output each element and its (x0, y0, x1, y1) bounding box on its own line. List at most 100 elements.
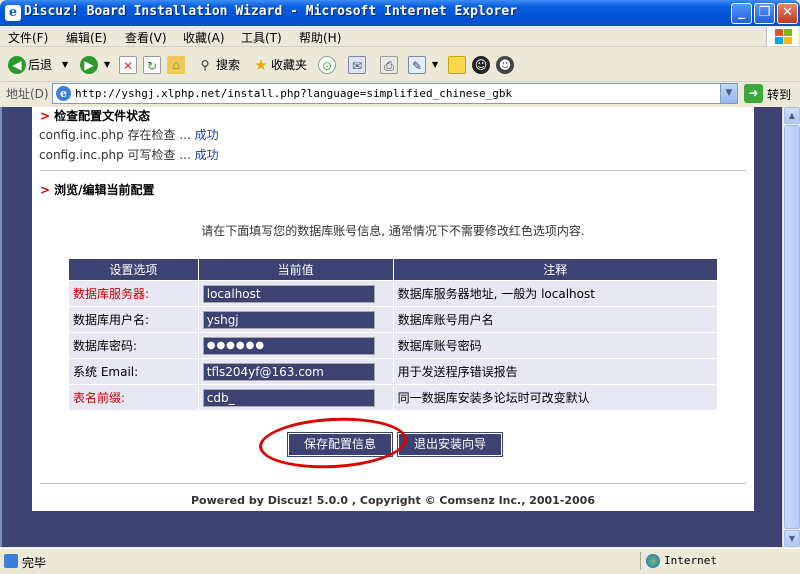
value-cell: yshgj (197, 306, 394, 333)
menu-file[interactable]: 文件(F) (8, 29, 48, 46)
back-dropdown-icon[interactable]: ▼ (62, 60, 68, 69)
internet-zone-icon (646, 554, 660, 568)
setting-label: 数据库用户名: (68, 306, 199, 333)
menu-edit[interactable]: 编辑(E) (66, 29, 107, 46)
status-bar: 完毕 Internet (0, 548, 800, 574)
db-host-input[interactable]: localhost (202, 284, 375, 303)
favorites-star-icon[interactable]: ★ (252, 56, 270, 74)
ie-logo-icon: e (5, 5, 21, 21)
table-row: 数据库密码: ●●●●●● 数据库账号密码 (68, 332, 719, 359)
go-button[interactable]: 转到 (767, 86, 791, 103)
db-password-input[interactable]: ●●●●●● (202, 336, 375, 355)
discuss-icon[interactable] (448, 56, 466, 74)
edit-dropdown-icon[interactable]: ▼ (432, 60, 438, 69)
install-page: > 检查配置文件状态 config.inc.php 存在检查 ... 成功 con… (32, 107, 754, 511)
footer-copyright: Powered by Discuz! 5.0.0 , Copyright © C… (191, 494, 595, 507)
note-cell: 用于发送程序错误报告 (392, 358, 719, 385)
check-result: 成功 (194, 128, 219, 142)
menu-bar: 文件(F) 编辑(E) 查看(V) 收藏(A) 工具(T) 帮助(H) (0, 26, 800, 47)
value-cell: tfls204yf@163.com (197, 358, 394, 385)
db-user-input[interactable]: yshgj (202, 310, 375, 329)
exit-wizard-button[interactable]: 退出安装向导 (397, 432, 503, 457)
divider (40, 170, 747, 171)
address-input[interactable]: e http://yshgj.xlphp.net/install.php?lan… (52, 83, 738, 104)
menu-view[interactable]: 查看(V) (125, 29, 167, 46)
title-bar[interactable]: e Discuz! Board Installation Wizard - Mi… (0, 0, 800, 26)
setting-label: 表名前缀: (68, 384, 199, 411)
column-header: 设置选项 (68, 258, 199, 281)
stop-icon[interactable]: ✕ (119, 56, 137, 74)
check-label: config.inc.php 存在检查 ... (39, 128, 195, 142)
home-icon[interactable]: ⌂ (167, 56, 185, 74)
value-cell: cdb_ (197, 384, 394, 411)
note-cell: 数据库账号密码 (392, 332, 719, 359)
note-cell: 数据库账号用户名 (392, 306, 719, 333)
column-header: 注释 (392, 258, 719, 281)
menu-favorites[interactable]: 收藏(A) (183, 29, 225, 46)
menu-help[interactable]: 帮助(H) (299, 29, 341, 46)
ie-window: e Discuz! Board Installation Wizard - Mi… (0, 0, 800, 574)
setting-label: 数据库服务器: (68, 280, 199, 307)
value-cell: localhost (197, 280, 394, 307)
menu-tools[interactable]: 工具(T) (241, 29, 282, 46)
maximize-button[interactable]: ❐ (754, 3, 775, 24)
status-divider (640, 552, 641, 570)
table-row: 数据库用户名: yshgj 数据库账号用户名 (68, 306, 719, 333)
instruction-text: 请在下面填写您的数据库账号信息, 通常情况下不需要修改红色选项内容. (201, 224, 585, 238)
edit-icon[interactable]: ✎ (408, 56, 426, 74)
setting-label: 系统 Email: (68, 358, 199, 385)
back-button[interactable]: 后退 (28, 56, 52, 73)
table-row: 系统 Email: tfls204yf@163.com 用于发送程序错误报告 (68, 358, 719, 385)
scroll-up-icon[interactable]: ▲ (784, 107, 800, 124)
annotation-circle (257, 414, 409, 472)
refresh-icon[interactable]: ↻ (143, 56, 161, 74)
back-arrow-icon[interactable]: ◀ (8, 56, 26, 74)
forward-arrow-icon[interactable]: ▶ (80, 56, 98, 74)
section-title: 浏览/编辑当前配置 (54, 183, 155, 197)
windows-logo-icon (766, 27, 798, 46)
section-arrow-icon: > (40, 183, 51, 197)
column-header: 当前值 (197, 258, 394, 281)
minimize-button[interactable]: _ (731, 3, 752, 24)
window-title: Discuz! Board Installation Wizard - Micr… (24, 4, 518, 19)
check-label: config.inc.php 可写检查 ... (39, 148, 195, 162)
forward-dropdown-icon[interactable]: ▼ (104, 60, 110, 69)
table-header-row: 设置选项 当前值 注释 (68, 258, 719, 281)
check-result: 成功 (194, 148, 219, 162)
mail-icon[interactable]: ✉ (348, 56, 366, 74)
value-cell: ●●●●●● (197, 332, 394, 359)
address-url[interactable]: http://yshgj.xlphp.net/install.php?langu… (75, 87, 512, 100)
table-prefix-input[interactable]: cdb_ (202, 388, 375, 407)
section-edit-config: > 浏览/编辑当前配置 (40, 181, 154, 198)
section-arrow-icon: > (40, 109, 51, 123)
table-row: 表名前缀: cdb_ 同一数据库安装多论坛时可改变默认 (68, 384, 719, 411)
scroll-down-icon[interactable]: ▼ (784, 530, 800, 547)
address-bar: 地址(D) e http://yshgj.xlphp.net/install.p… (0, 82, 800, 106)
content-viewport: > 检查配置文件状态 config.inc.php 存在检查 ... 成功 con… (0, 107, 782, 547)
favorites-button[interactable]: 收藏夹 (271, 56, 307, 73)
toolbar: ◀ 后退 ▼ ▶ ▼ ✕ ↻ ⌂ ⚲ 搜索 ★ 收藏夹 ⊙ ✉ ⎙ ✎ ▼ ☺ … (0, 48, 800, 82)
go-arrow-icon[interactable]: ➜ (744, 84, 763, 103)
scroll-thumb[interactable] (784, 125, 800, 529)
user-icon[interactable]: ☻ (496, 56, 514, 74)
media-icon[interactable]: ⊙ (318, 56, 336, 74)
search-button[interactable]: 搜索 (216, 56, 240, 73)
zone-label: Internet (664, 554, 717, 567)
messenger-icon[interactable]: ☺ (472, 56, 490, 74)
section-config-status: > 检查配置文件状态 (40, 107, 150, 124)
close-button[interactable]: ✕ (777, 3, 798, 24)
setting-label: 数据库密码: (68, 332, 199, 359)
config-table: 设置选项 当前值 注释 数据库服务器: localhost 数据库服务器地址, … (68, 258, 719, 411)
note-cell: 同一数据库安装多论坛时可改变默认 (392, 384, 719, 411)
email-input[interactable]: tfls204yf@163.com (202, 362, 375, 381)
print-icon[interactable]: ⎙ (380, 56, 398, 74)
table-row: 数据库服务器: localhost 数据库服务器地址, 一般为 localhos… (68, 280, 719, 307)
vertical-scrollbar[interactable]: ▲ ▼ (782, 107, 800, 547)
section-title: 检查配置文件状态 (54, 109, 151, 123)
check-writable: config.inc.php 可写检查 ... 成功 (39, 146, 219, 163)
check-exists: config.inc.php 存在检查 ... 成功 (39, 126, 219, 143)
search-icon[interactable]: ⚲ (196, 56, 214, 74)
address-dropdown-icon[interactable]: ▼ (720, 84, 737, 103)
address-label: 地址(D) (6, 87, 49, 101)
page-icon: e (56, 86, 71, 101)
